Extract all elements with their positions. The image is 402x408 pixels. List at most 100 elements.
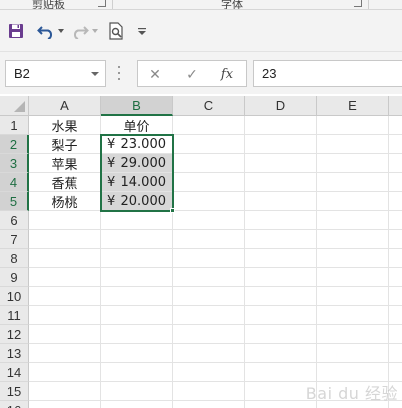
row-header-6[interactable]: 6 bbox=[0, 211, 29, 230]
empty-cell[interactable] bbox=[29, 325, 101, 344]
empty-cell[interactable] bbox=[101, 211, 173, 230]
empty-cell[interactable] bbox=[173, 287, 245, 306]
empty-cell[interactable] bbox=[389, 192, 402, 211]
formula-input[interactable]: 23 bbox=[253, 60, 402, 87]
empty-cell[interactable] bbox=[173, 192, 245, 211]
column-header-f[interactable] bbox=[389, 96, 402, 116]
row-header-11[interactable]: 11 bbox=[0, 306, 29, 325]
clipboard-dialog-launcher-icon[interactable] bbox=[98, 0, 106, 7]
empty-cell[interactable] bbox=[173, 135, 245, 154]
empty-cell[interactable] bbox=[29, 249, 101, 268]
empty-cell[interactable] bbox=[173, 325, 245, 344]
name-box[interactable]: B2 bbox=[5, 60, 106, 87]
empty-cell[interactable] bbox=[245, 173, 317, 192]
insert-function-button[interactable]: fx bbox=[218, 66, 236, 82]
empty-cell[interactable] bbox=[101, 382, 173, 401]
empty-cell[interactable] bbox=[101, 306, 173, 325]
row-header-16[interactable]: 16 bbox=[0, 401, 29, 408]
empty-cell[interactable] bbox=[29, 268, 101, 287]
select-all-button[interactable] bbox=[0, 96, 29, 116]
cell-b5[interactable]: ¥ 20.000 bbox=[101, 192, 173, 211]
empty-cell[interactable] bbox=[173, 173, 245, 192]
column-header-d[interactable]: D bbox=[245, 96, 317, 116]
row-header-5[interactable]: 5 bbox=[0, 192, 29, 211]
empty-cell[interactable] bbox=[101, 344, 173, 363]
empty-cell[interactable] bbox=[173, 382, 245, 401]
empty-cell[interactable] bbox=[389, 325, 402, 344]
empty-cell[interactable] bbox=[173, 401, 245, 408]
empty-cell[interactable] bbox=[245, 230, 317, 249]
empty-cell[interactable] bbox=[173, 344, 245, 363]
column-header-a[interactable]: A bbox=[29, 96, 101, 116]
row-header-10[interactable]: 10 bbox=[0, 287, 29, 306]
empty-cell[interactable] bbox=[317, 325, 389, 344]
empty-cell[interactable] bbox=[173, 211, 245, 230]
empty-cell[interactable] bbox=[173, 154, 245, 173]
empty-cell[interactable] bbox=[245, 325, 317, 344]
empty-cell[interactable] bbox=[29, 287, 101, 306]
column-header-b[interactable]: B bbox=[101, 96, 173, 116]
empty-cell[interactable] bbox=[101, 401, 173, 408]
empty-cell[interactable] bbox=[245, 249, 317, 268]
font-dialog-launcher-icon[interactable] bbox=[354, 0, 362, 7]
empty-cell[interactable] bbox=[245, 154, 317, 173]
customize-toolbar-button[interactable] bbox=[136, 20, 148, 42]
confirm-entry-icon[interactable]: ✓ bbox=[183, 66, 201, 82]
empty-cell[interactable] bbox=[245, 116, 317, 135]
empty-cell[interactable] bbox=[29, 230, 101, 249]
row-header-1[interactable]: 1 bbox=[0, 116, 29, 135]
empty-cell[interactable] bbox=[173, 363, 245, 382]
empty-cell[interactable] bbox=[101, 230, 173, 249]
empty-cell[interactable] bbox=[389, 287, 402, 306]
empty-cell[interactable] bbox=[389, 306, 402, 325]
print-preview-button[interactable] bbox=[106, 20, 126, 42]
cell-b4[interactable]: ¥ 14.000 bbox=[101, 173, 173, 192]
empty-cell[interactable] bbox=[389, 173, 402, 192]
empty-cell[interactable] bbox=[389, 249, 402, 268]
empty-cell[interactable] bbox=[245, 135, 317, 154]
empty-cell[interactable] bbox=[173, 249, 245, 268]
empty-cell[interactable] bbox=[173, 116, 245, 135]
empty-cell[interactable] bbox=[317, 287, 389, 306]
empty-cell[interactable] bbox=[317, 230, 389, 249]
empty-cell[interactable] bbox=[101, 363, 173, 382]
formula-bar-resize-handle[interactable] bbox=[117, 66, 120, 80]
empty-cell[interactable] bbox=[101, 287, 173, 306]
empty-cell[interactable] bbox=[389, 268, 402, 287]
row-header-3[interactable]: 3 bbox=[0, 154, 29, 173]
empty-cell[interactable] bbox=[245, 287, 317, 306]
column-header-e[interactable]: E bbox=[317, 96, 389, 116]
empty-cell[interactable] bbox=[29, 401, 101, 408]
row-header-14[interactable]: 14 bbox=[0, 363, 29, 382]
redo-button[interactable] bbox=[70, 20, 90, 42]
empty-cell[interactable] bbox=[101, 249, 173, 268]
empty-cell[interactable] bbox=[29, 363, 101, 382]
empty-cell[interactable] bbox=[317, 211, 389, 230]
empty-cell[interactable] bbox=[389, 135, 402, 154]
column-header-c[interactable]: C bbox=[173, 96, 245, 116]
row-header-8[interactable]: 8 bbox=[0, 249, 29, 268]
row-header-7[interactable]: 7 bbox=[0, 230, 29, 249]
undo-dropdown[interactable] bbox=[57, 20, 65, 42]
empty-cell[interactable] bbox=[245, 268, 317, 287]
fill-handle[interactable] bbox=[170, 208, 175, 213]
empty-cell[interactable] bbox=[101, 268, 173, 287]
cell-a2[interactable]: 梨子 bbox=[29, 135, 101, 154]
row-header-2[interactable]: 2 bbox=[0, 135, 29, 154]
empty-cell[interactable] bbox=[317, 116, 389, 135]
empty-cell[interactable] bbox=[317, 306, 389, 325]
empty-cell[interactable] bbox=[389, 211, 402, 230]
empty-cell[interactable] bbox=[317, 192, 389, 211]
row-header-15[interactable]: 15 bbox=[0, 382, 29, 401]
empty-cell[interactable] bbox=[29, 211, 101, 230]
cell-a3[interactable]: 苹果 bbox=[29, 154, 101, 173]
empty-cell[interactable] bbox=[173, 306, 245, 325]
empty-cell[interactable] bbox=[29, 382, 101, 401]
cell-a4[interactable]: 香蕉 bbox=[29, 173, 101, 192]
empty-cell[interactable] bbox=[317, 249, 389, 268]
redo-dropdown[interactable] bbox=[91, 20, 99, 42]
row-header-9[interactable]: 9 bbox=[0, 268, 29, 287]
cancel-entry-icon[interactable]: ✕ bbox=[146, 66, 164, 82]
empty-cell[interactable] bbox=[29, 344, 101, 363]
empty-cell[interactable] bbox=[317, 135, 389, 154]
